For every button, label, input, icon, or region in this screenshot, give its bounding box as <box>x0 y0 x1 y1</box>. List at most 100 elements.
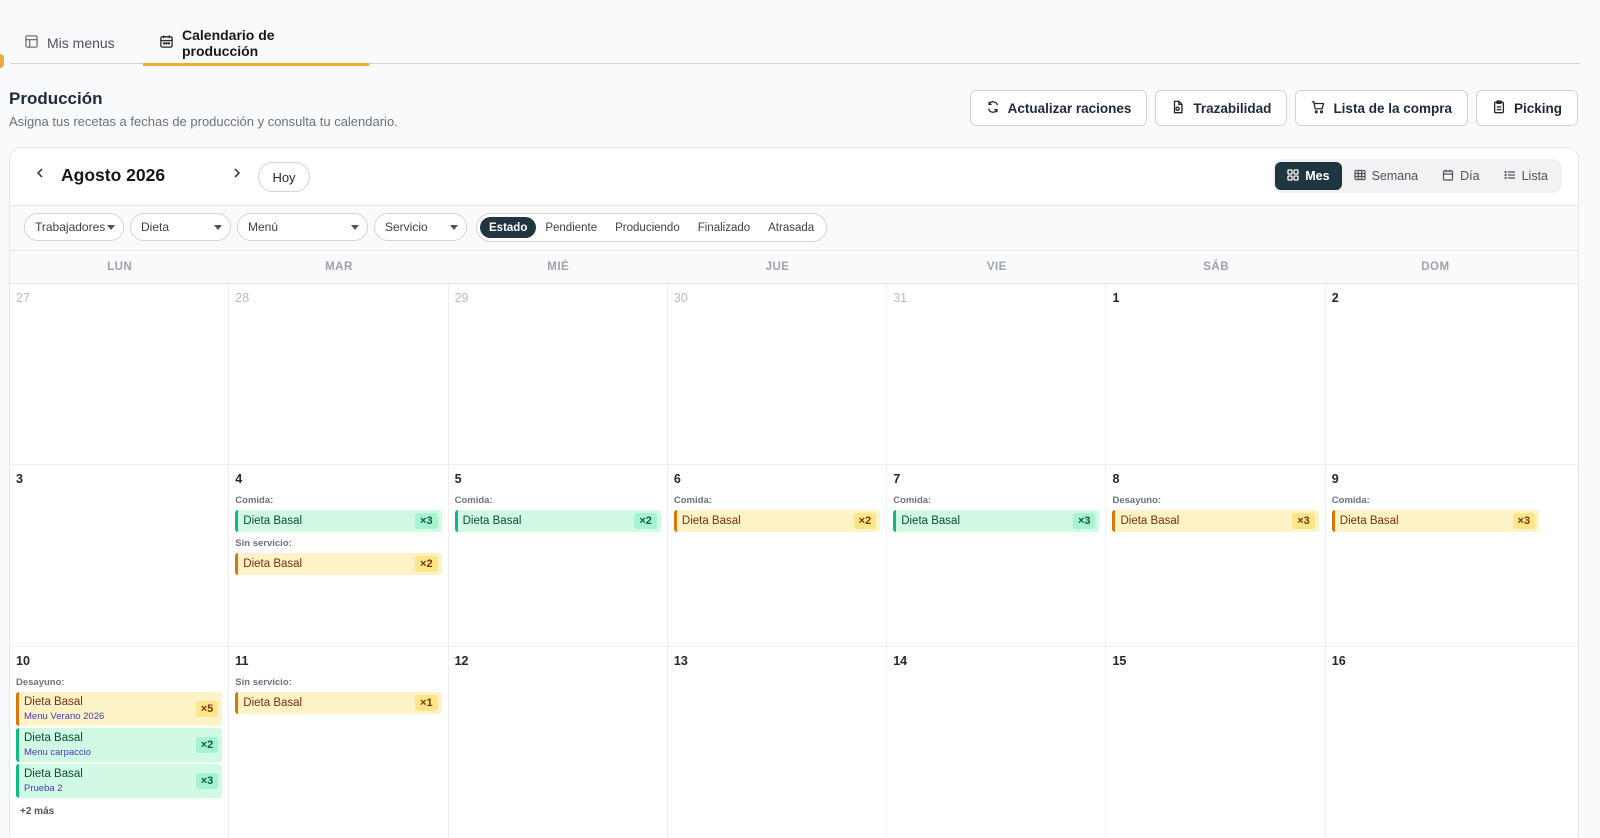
day-number: 5 <box>454 472 462 486</box>
diet-filter-label: Dieta <box>141 220 170 234</box>
day-number: 4 <box>235 472 243 486</box>
refresh-icon <box>986 100 1000 117</box>
weekday-header: LUN MAR MIÉ JUE VIE SÁB DOM <box>10 251 1578 284</box>
calendar-toolbar: Agosto 2026 Hoy Mes Semana Día Lista <box>10 148 1578 206</box>
workers-filter[interactable]: Trabajadores <box>24 213 124 241</box>
day-number: 1 <box>1112 291 1120 305</box>
production-event[interactable]: Dieta Basal Menu Verano 2026 ×5 <box>16 692 223 726</box>
calendar-day-cell[interactable]: 8 Desayuno: Dieta Basal ×3 <box>1106 465 1326 646</box>
status-producing-button[interactable]: Produciendo <box>606 217 689 238</box>
view-list-button[interactable]: Lista <box>1492 162 1560 190</box>
picking-button[interactable]: Picking <box>1475 90 1578 126</box>
event-count-badge: ×2 <box>853 513 877 529</box>
prev-month-button[interactable] <box>30 165 50 185</box>
next-month-button[interactable] <box>227 165 247 185</box>
day-number: 29 <box>454 291 469 305</box>
service-label: Comida: <box>893 495 932 506</box>
event-count-badge: ×2 <box>415 556 438 572</box>
list-icon <box>1504 169 1516 184</box>
shopping-list-label: Lista de la compra <box>1333 100 1452 116</box>
today-button[interactable]: Hoy <box>258 162 310 192</box>
view-list-label: Lista <box>1521 169 1548 183</box>
status-finished-button[interactable]: Finalizado <box>689 217 759 238</box>
event-title: Dieta Basal <box>243 558 303 570</box>
caret-down-icon <box>107 225 115 230</box>
production-event[interactable]: Dieta Basal ×3 <box>1112 510 1319 532</box>
calendar-day-cell[interactable]: 16 <box>1326 647 1545 838</box>
production-event[interactable]: Dieta Basal ×3 <box>1331 510 1540 532</box>
menu-filter[interactable]: Menú <box>237 213 368 241</box>
status-all-button[interactable]: Estado <box>480 217 537 238</box>
calendar-day-cell[interactable]: 3 <box>10 465 230 646</box>
calendar-day-cell[interactable]: 31 <box>887 284 1107 464</box>
production-event[interactable]: Dieta Basal Prueba 2 ×3 <box>16 764 223 798</box>
view-switcher: Mes Semana Día Lista <box>1273 159 1562 193</box>
clipboard-icon <box>1492 99 1506 117</box>
calendar-day-cell[interactable]: 11 Sin servicio: Dieta Basal ×1 <box>229 647 449 838</box>
calendar-day-cell[interactable]: 5 Comida: Dieta Basal ×2 <box>449 465 668 646</box>
calendar-day-cell[interactable]: 2 <box>1326 284 1545 464</box>
workers-filter-label: Trabajadores <box>35 220 106 234</box>
calendar-day-cell[interactable]: 12 <box>449 647 668 838</box>
calendar-day-cell[interactable]: 9 Comida: Dieta Basal ×3 <box>1326 465 1545 646</box>
update-rations-button[interactable]: Actualizar raciones <box>969 90 1148 126</box>
weekday-label: VIE <box>986 261 1007 273</box>
event-count-badge: ×3 <box>1512 513 1536 529</box>
shopping-list-button[interactable]: Lista de la compra <box>1295 90 1468 126</box>
cart-icon <box>1311 100 1325 117</box>
weekday-label: LUN <box>107 261 133 273</box>
calendar-day-cell[interactable]: 10 Desayuno: Dieta Basal Menu Verano 2026 ×5… <box>10 647 230 838</box>
day-number: 12 <box>454 654 469 668</box>
event-title: Dieta Basal <box>1339 515 1399 527</box>
header-actions: Actualizar raciones Trazabilidad Lista d… <box>969 90 1578 126</box>
production-event[interactable]: Dieta Basal Menu carpaccio ×2 <box>16 728 223 762</box>
month-title: Agosto 2026 <box>61 165 166 185</box>
status-late-button[interactable]: Atrasada <box>759 217 823 238</box>
production-event[interactable]: Dieta Basal ×3 <box>893 510 1100 532</box>
calendar-day-cell[interactable]: 4 Comida: Dieta Basal ×3 Sin servicio: Dieta … <box>229 465 449 646</box>
service-filter[interactable]: Servicio <box>374 213 467 241</box>
production-event[interactable]: Dieta Basal ×3 <box>235 510 442 532</box>
production-event[interactable]: Dieta Basal ×2 <box>454 510 661 532</box>
day-number: 14 <box>893 654 908 668</box>
calendar-day-cell[interactable]: 29 <box>449 284 668 464</box>
calendar-day-cell[interactable]: 1 <box>1106 284 1326 464</box>
day-number: 11 <box>235 654 249 668</box>
view-week-button[interactable]: Semana <box>1342 162 1431 190</box>
more-events-link[interactable]: +2 más <box>20 806 222 817</box>
calendar-day-cell[interactable]: 6 Comida: Dieta Basal ×2 <box>668 465 888 646</box>
event-count-badge: ×1 <box>415 695 438 711</box>
event-count-badge: ×2 <box>195 737 219 753</box>
event-title: Dieta Basal <box>1120 515 1180 527</box>
traceability-button[interactable]: Trazabilidad <box>1155 90 1288 126</box>
view-month-button[interactable]: Mes <box>1275 162 1342 190</box>
caret-down-icon <box>351 225 359 230</box>
calendar-day-cell[interactable]: 27 <box>10 284 230 464</box>
calendar-day-cell[interactable]: 28 <box>229 284 449 464</box>
tab-label: Calendario de producción <box>182 27 275 59</box>
weekday-label: MAR <box>325 261 353 273</box>
calendar-day-cell[interactable]: 30 <box>668 284 888 464</box>
diet-filter[interactable]: Dieta <box>130 213 231 241</box>
calendar-day-cell[interactable]: 14 <box>887 647 1107 838</box>
view-day-button[interactable]: Día <box>1430 162 1491 190</box>
production-event[interactable]: Dieta Basal ×2 <box>673 510 881 532</box>
picking-label: Picking <box>1513 100 1562 116</box>
event-count-badge: ×3 <box>415 513 438 529</box>
day-number: 15 <box>1112 654 1127 668</box>
calendar-day-cell[interactable]: 7 Comida: Dieta Basal ×3 <box>887 465 1107 646</box>
day-number: 10 <box>16 654 30 668</box>
view-week-label: Semana <box>1371 169 1419 183</box>
day-number: 6 <box>673 472 681 486</box>
tab-mis-menus[interactable]: Mis menus <box>10 22 143 64</box>
calendar-day-cell[interactable]: 13 <box>668 647 888 838</box>
event-count-badge: ×5 <box>195 701 219 717</box>
document-icon <box>1171 100 1185 117</box>
traceability-label: Trazabilidad <box>1193 100 1272 116</box>
status-pending-button[interactable]: Pendiente <box>536 217 606 238</box>
tab-calendario-produccion[interactable]: Calendario de producción <box>143 22 369 66</box>
calendar-day-cell[interactable]: 15 <box>1106 647 1326 838</box>
production-event[interactable]: Dieta Basal ×1 <box>235 692 442 714</box>
production-event[interactable]: Dieta Basal ×2 <box>235 553 442 575</box>
event-title: Dieta Basal <box>24 768 83 780</box>
